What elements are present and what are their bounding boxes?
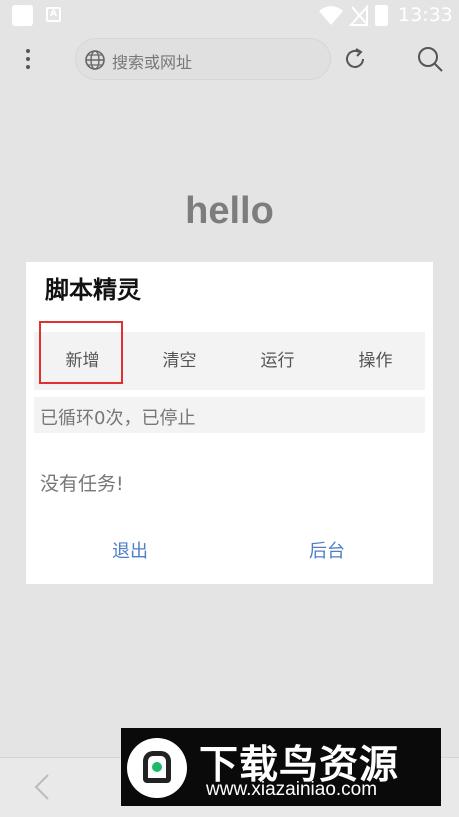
operate-button[interactable]: 操作 [327, 332, 424, 390]
globe-icon [85, 50, 105, 70]
exit-button[interactable]: 退出 [112, 537, 148, 563]
dialog-title: 脚本精灵 [45, 276, 141, 304]
highlight-box [39, 321, 123, 384]
page-hello-text: hello [185, 190, 274, 232]
url-bar[interactable]: 搜索或网址 [75, 38, 331, 80]
empty-task-message: 没有任务! [40, 473, 124, 495]
script-dialog: 脚本精灵 新增 清空 运行 操作 已循环0次，已停止 没有任务! 退出 后台 [26, 262, 433, 584]
app-notification-icon: A [46, 7, 61, 22]
background-button[interactable]: 后台 [309, 537, 345, 563]
loop-status-text: 已循环0次，已停止 [40, 408, 196, 429]
battery-icon [375, 5, 388, 26]
notification-icon [12, 5, 33, 26]
back-icon[interactable] [32, 772, 52, 802]
url-placeholder: 搜索或网址 [112, 53, 193, 72]
signal-icon [349, 4, 368, 26]
loop-status-bar: 已循环0次，已停止 [34, 397, 425, 433]
run-button[interactable]: 运行 [229, 332, 326, 390]
search-icon[interactable] [416, 45, 444, 73]
status-bar: A 13:33 [0, 0, 459, 32]
wifi-icon [319, 6, 343, 25]
more-menu-icon[interactable] [18, 45, 38, 75]
watermark-url: www.xiazainiao.com [206, 779, 378, 800]
watermark-banner: 下载鸟资源 www.xiazainiao.com [121, 728, 441, 806]
clear-button[interactable]: 清空 [131, 332, 228, 390]
status-time: 13:33 [398, 4, 453, 26]
refresh-icon[interactable] [342, 46, 368, 72]
bird-logo-icon [127, 738, 187, 798]
